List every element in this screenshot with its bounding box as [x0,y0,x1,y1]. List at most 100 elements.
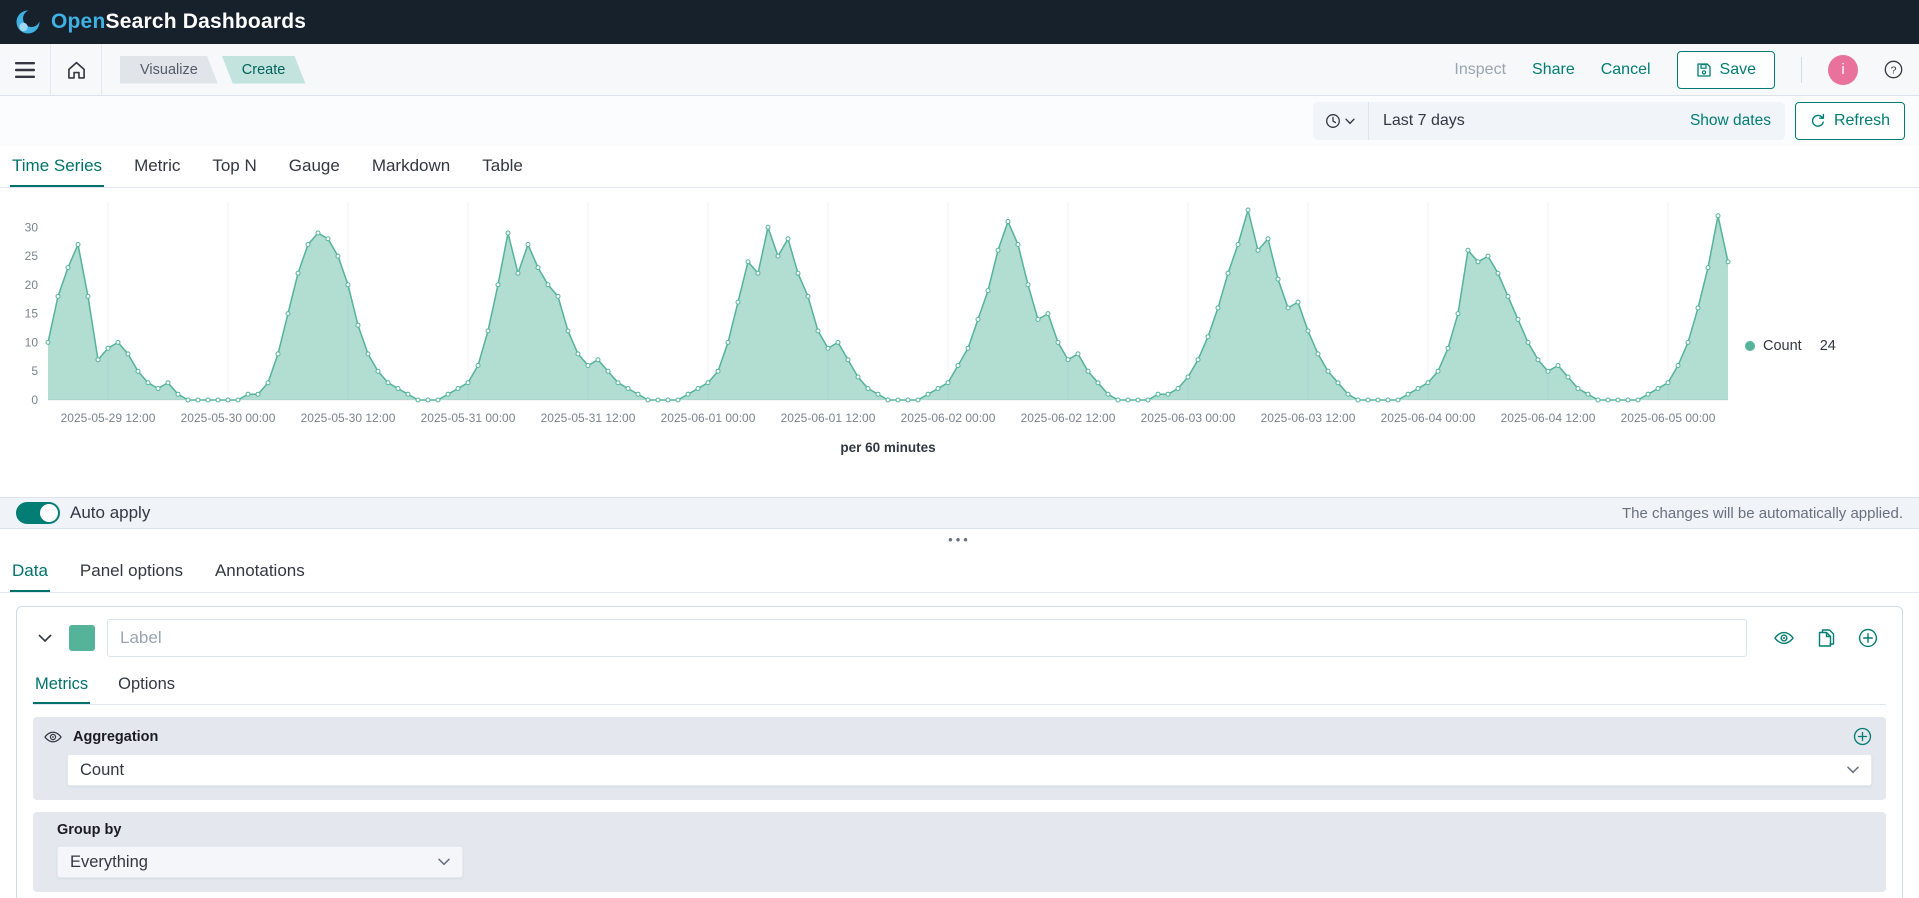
inspect-button[interactable]: Inspect [1454,61,1506,79]
legend-item-count[interactable]: Count 24 [1745,220,1836,471]
avatar[interactable]: i [1828,54,1858,85]
share-button[interactable]: Share [1532,61,1575,79]
tab-options[interactable]: Options [116,667,177,704]
save-button[interactable]: Save [1676,50,1775,89]
svg-text:2025-05-31 00:00: 2025-05-31 00:00 [421,411,516,425]
date-picker[interactable]: Last 7 days Show dates [1312,102,1785,140]
divider [101,43,102,96]
series-panel: Metrics Options Aggregation Count [16,606,1903,898]
time-series-chart: 2025-05-29 12:00 2025-05-30 00:00 2025-05-… [0,188,1919,471]
series-actions [1759,628,1886,648]
hamburger-icon [15,61,35,78]
svg-text:2025-06-04 00:00: 2025-06-04 00:00 [1381,411,1476,425]
auto-apply-bar: Auto apply The changes will be automatic… [0,497,1919,529]
copy-icon [1818,629,1835,647]
svg-text:2025-06-05 00:00: 2025-06-05 00:00 [1621,411,1716,425]
chart-legend: Count 24 [1745,194,1915,471]
svg-text:2025-06-02 00:00: 2025-06-02 00:00 [901,411,996,425]
breadcrumb-create[interactable]: Create [222,56,306,84]
group-by-label: Group by [57,822,122,838]
quick-select-button[interactable] [1313,102,1369,140]
aggregation-box: Aggregation Count [33,717,1886,800]
plus-circle-icon [1858,628,1878,648]
chevron-down-icon [38,634,52,642]
home-button[interactable] [51,44,101,96]
editor-tabs: Data Panel options Annotations [0,551,1919,593]
tab-table[interactable]: Table [480,146,525,187]
toolbar: Visualize Create Inspect Share Cancel Sa… [0,43,1919,96]
series-color-swatch[interactable] [69,625,95,651]
save-icon [1696,62,1711,77]
svg-text:2025-06-01 00:00: 2025-06-01 00:00 [661,411,756,425]
refresh-button[interactable]: Refresh [1794,102,1905,140]
svg-text:per 60 minutes: per 60 minutes [840,440,935,455]
legend-series-value: 24 [1819,337,1836,354]
chevron-down-icon [1345,118,1356,124]
tab-panel-options[interactable]: Panel options [78,551,185,592]
svg-text:2025-05-31 12:00: 2025-05-31 12:00 [541,411,636,425]
tab-data[interactable]: Data [10,551,50,592]
chevron-down-icon [438,858,450,866]
add-metric-button[interactable] [1853,727,1872,746]
add-series-button[interactable] [1858,628,1878,648]
clock-icon [1326,114,1341,128]
aggregation-visibility-button[interactable] [43,729,63,745]
tsvb-chart-svg: 2025-05-29 12:00 2025-05-30 00:00 2025-05-… [25,202,1731,455]
svg-text:10: 10 [25,335,39,349]
divider [1801,56,1802,83]
help-button[interactable]: ? [1884,60,1903,79]
auto-apply-note: The changes will be automatically applie… [1622,504,1903,522]
toggle-visibility-button[interactable] [1773,629,1795,647]
menu-button[interactable] [0,44,50,96]
series-header [33,619,1886,657]
svg-text:25: 25 [25,249,39,263]
group-by-select[interactable]: Everything [57,846,463,878]
chevron-down-icon [1847,766,1859,774]
svg-text:2025-06-03 00:00: 2025-06-03 00:00 [1141,411,1236,425]
opensearch-logo[interactable]: OpenSearch Dashboards [14,8,306,36]
svg-text:20: 20 [25,278,39,292]
svg-text:15: 15 [25,307,39,321]
group-by-box: Group by Everything [33,812,1886,892]
eye-icon [1774,631,1794,645]
time-range-value[interactable]: Last 7 days [1369,112,1690,130]
toolbar-actions: Inspect Share Cancel Save i ? [1454,50,1919,89]
legend-dot-icon [1745,340,1755,351]
auto-apply-label: Auto apply [70,503,151,522]
svg-text:2025-05-30 12:00: 2025-05-30 12:00 [301,411,396,425]
plus-circle-icon [1853,727,1872,746]
resize-handle[interactable]: ••• [948,533,971,546]
svg-text:2025-05-30 00:00: 2025-05-30 00:00 [181,411,276,425]
svg-text:2025-06-02 12:00: 2025-06-02 12:00 [1021,411,1116,425]
eye-icon [44,731,62,742]
breadcrumb: Visualize Create [120,56,305,84]
refresh-icon [1811,113,1825,127]
toggle-knob [40,504,58,522]
auto-apply-toggle[interactable] [16,502,60,524]
tab-time-series[interactable]: Time Series [10,146,105,187]
breadcrumb-visualize[interactable]: Visualize [120,56,218,84]
series-collapse-button[interactable] [33,626,57,650]
svg-text:2025-06-04 12:00: 2025-06-04 12:00 [1501,411,1596,425]
tab-top-n[interactable]: Top N [210,146,258,187]
app-header: OpenSearch Dashboards [0,0,1919,44]
aggregation-select[interactable]: Count [67,754,1872,786]
tab-gauge[interactable]: Gauge [287,146,342,187]
svg-text:2025-05-29 12:00: 2025-05-29 12:00 [61,411,156,425]
svg-text:5: 5 [31,364,38,378]
tab-markdown[interactable]: Markdown [370,146,452,187]
aggregation-label: Aggregation [73,728,159,745]
chart-plot-area: 2025-05-29 12:00 2025-05-30 00:00 2025-05-… [4,194,1745,471]
tab-annotations[interactable]: Annotations [213,551,307,592]
clone-series-button[interactable] [1817,628,1836,648]
series-editor-tabs: Metrics Options [33,667,1886,705]
home-icon [67,61,85,79]
time-picker-row: Last 7 days Show dates Refresh [0,96,1919,146]
show-dates-button[interactable]: Show dates [1690,112,1785,130]
series-label-input[interactable] [107,619,1747,657]
tab-metrics[interactable]: Metrics [33,667,91,704]
cancel-button[interactable]: Cancel [1601,61,1651,79]
tab-metric[interactable]: Metric [132,146,182,187]
group-by-value: Everything [70,852,148,871]
svg-text:?: ? [1891,64,1897,76]
